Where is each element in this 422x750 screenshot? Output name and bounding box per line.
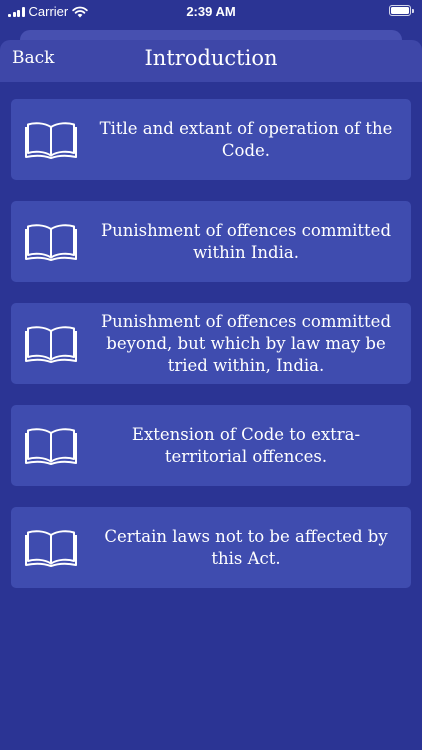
section-card-3[interactable]: Punishment of offences committed beyond,… — [11, 303, 411, 384]
section-title: Certain laws not to be affected by this … — [104, 526, 388, 568]
section-card-1[interactable]: Title and extant of operation of the Cod… — [11, 99, 411, 180]
section-title: Title and extant of operation of the Cod… — [99, 118, 393, 160]
section-card-5[interactable]: Certain laws not to be affected by this … — [11, 507, 411, 588]
battery-icon — [389, 5, 414, 16]
open-book-icon — [25, 224, 77, 261]
section-title: Punishment of offences committed within … — [100, 220, 392, 262]
section-card-4[interactable]: Extension of Code to extra-territorial o… — [11, 405, 411, 486]
navigation-bar: Back Introduction — [0, 40, 422, 82]
open-book-icon — [25, 428, 77, 465]
open-book-icon — [25, 122, 77, 159]
section-card-2[interactable]: Punishment of offences committed within … — [11, 201, 411, 282]
section-title: Extension of Code to extra-territorial o… — [131, 424, 361, 466]
status-bar: Carrier 2:39 AM — [0, 0, 422, 24]
page-title: Introduction — [144, 46, 278, 70]
section-title: Punishment of offences committed beyond,… — [100, 311, 392, 375]
open-book-icon — [25, 530, 77, 567]
status-time: 2:39 AM — [186, 4, 236, 19]
modal-sheet: Back Introduction Title and extant of op… — [0, 40, 422, 750]
open-book-icon — [25, 326, 77, 363]
